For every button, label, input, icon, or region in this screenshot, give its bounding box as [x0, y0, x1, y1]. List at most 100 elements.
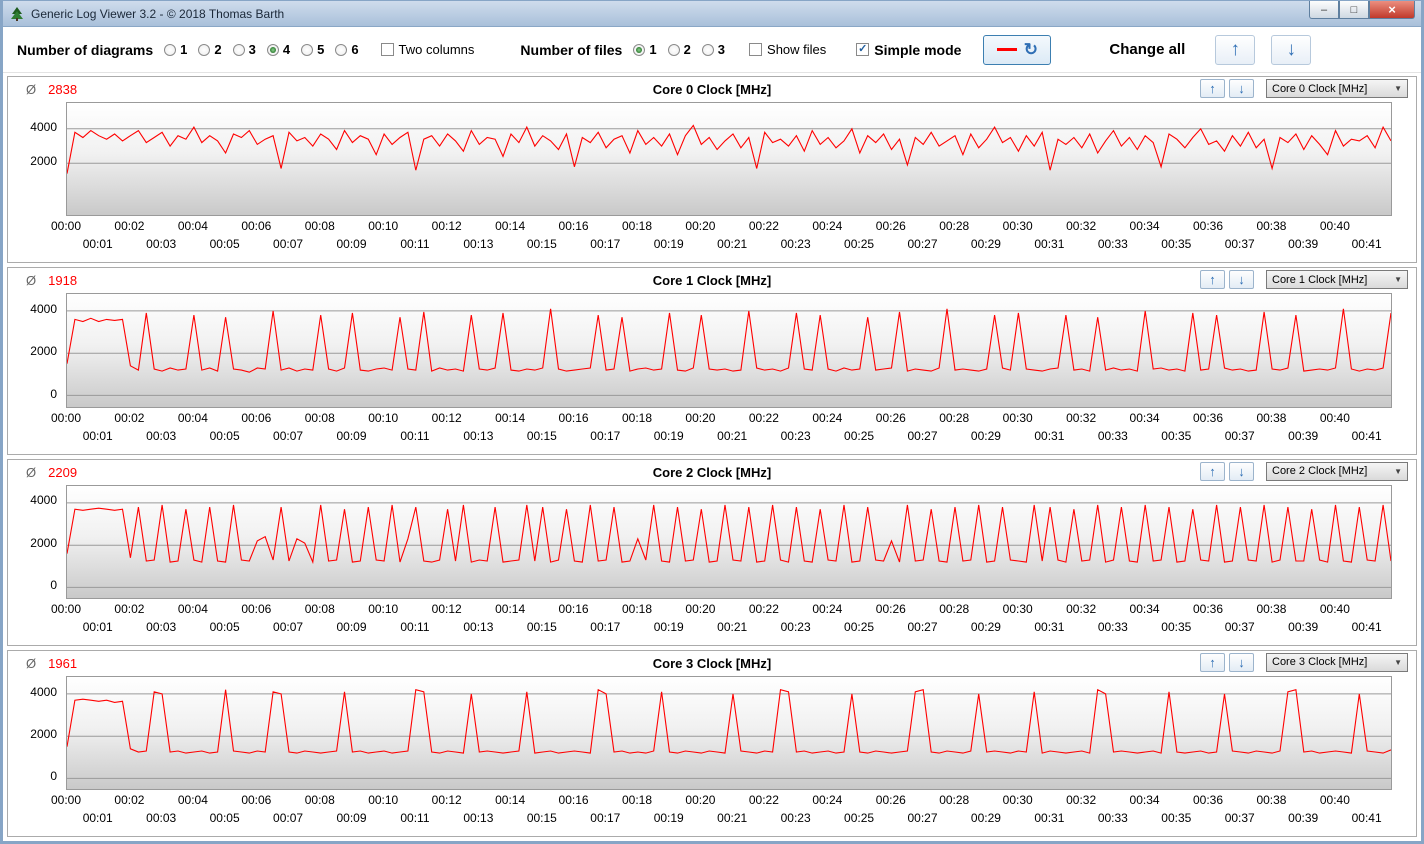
chart-plot[interactable] [66, 293, 1392, 407]
x-tick-label: 00:17 [590, 811, 620, 825]
channel-down-button[interactable]: ↓ [1229, 270, 1254, 289]
line-style-refresh-button[interactable]: ↻ [983, 35, 1051, 65]
maximize-button[interactable]: □ [1339, 1, 1369, 19]
x-tick-label: 00:40 [1320, 411, 1350, 425]
x-tick-label: 00:31 [1034, 429, 1064, 443]
x-tick-label: 00:29 [971, 429, 1001, 443]
channel-down-button[interactable]: ↓ [1229, 653, 1254, 672]
x-tick-label: 00:14 [495, 219, 525, 233]
radio-icon [668, 44, 680, 56]
channel-select[interactable]: Core 2 Clock [MHz]▼ [1266, 462, 1408, 481]
chart-title: Core 2 Clock [MHz] [653, 465, 771, 480]
chart-title: Core 0 Clock [MHz] [653, 82, 771, 97]
channel-up-button[interactable]: ↑ [1200, 462, 1225, 481]
x-tick-label: 00:22 [749, 411, 779, 425]
x-tick-label: 00:13 [463, 429, 493, 443]
x-tick-label: 00:33 [1098, 811, 1128, 825]
files-radio-2[interactable]: 2 [668, 42, 691, 57]
x-tick-label: 00:09 [336, 620, 366, 634]
x-tick-label: 00:16 [559, 602, 589, 616]
channel-select[interactable]: Core 3 Clock [MHz]▼ [1266, 653, 1408, 672]
average-symbol: Ø [26, 273, 36, 288]
diagrams-radio-2[interactable]: 2 [198, 42, 221, 57]
diagrams-radio-3[interactable]: 3 [233, 42, 256, 57]
x-tick-label: 00:35 [1161, 237, 1191, 251]
files-radio-1[interactable]: 1 [633, 42, 656, 57]
diagrams-radio-1[interactable]: 1 [164, 42, 187, 57]
chart-plot[interactable] [66, 102, 1392, 216]
files-radio-3[interactable]: 3 [702, 42, 725, 57]
check-icon: ✓ [858, 44, 867, 55]
x-tick-label: 00:12 [432, 411, 462, 425]
x-tick-label: 00:10 [368, 793, 398, 807]
chart-plot[interactable] [66, 676, 1392, 790]
x-tick-label: 00:08 [305, 219, 335, 233]
show-files-checkbox[interactable]: Show files [749, 42, 826, 57]
panel-header: Ø1961 Core 3 Clock [MHz] ↑ ↓ Core 3 Cloc… [8, 651, 1416, 676]
series-line [67, 309, 1391, 372]
x-tick-label: 00:01 [83, 429, 113, 443]
x-tick-label: 00:06 [241, 411, 271, 425]
close-button[interactable]: × [1369, 1, 1415, 19]
channel-select[interactable]: Core 1 Clock [MHz]▼ [1266, 270, 1408, 289]
x-tick-label: 00:30 [1003, 219, 1033, 233]
channel-down-button[interactable]: ↓ [1229, 462, 1254, 481]
refresh-icon: ↻ [1024, 41, 1038, 58]
x-tick-label: 00:14 [495, 793, 525, 807]
checkbox-checked-icon: ✓ [856, 43, 869, 56]
channel-up-button[interactable]: ↑ [1200, 270, 1225, 289]
change-all-up-button[interactable]: ↑ [1215, 35, 1255, 65]
channel-select[interactable]: Core 0 Clock [MHz]▼ [1266, 79, 1408, 98]
x-tick-label: 00:34 [1130, 602, 1160, 616]
minimize-button[interactable]: – [1309, 1, 1339, 19]
dropdown-arrow-icon: ▼ [1394, 467, 1402, 476]
x-tick-label: 00:26 [876, 219, 906, 233]
x-axis-labels: 00:0000:0100:0200:0300:0400:0500:0600:07… [66, 599, 1392, 641]
title-bar[interactable]: Generic Log Viewer 3.2 - © 2018 Thomas B… [3, 1, 1421, 27]
chart-plot[interactable] [66, 485, 1392, 599]
x-tick-label: 00:01 [83, 237, 113, 251]
x-tick-label: 00:38 [1256, 602, 1286, 616]
two-columns-checkbox[interactable]: Two columns [381, 42, 475, 57]
x-tick-label: 00:40 [1320, 219, 1350, 233]
x-tick-label: 00:04 [178, 219, 208, 233]
x-tick-label: 00:18 [622, 219, 652, 233]
channel-up-button[interactable]: ↑ [1200, 79, 1225, 98]
radio-label: 5 [317, 42, 324, 57]
x-tick-label: 00:04 [178, 411, 208, 425]
x-tick-label: 00:21 [717, 429, 747, 443]
x-tick-label: 00:04 [178, 602, 208, 616]
up-arrow-icon: ↑ [1209, 273, 1216, 286]
diagrams-radio-4[interactable]: 4 [267, 42, 290, 57]
x-tick-label: 00:37 [1225, 811, 1255, 825]
diagrams-radio-6[interactable]: 6 [335, 42, 358, 57]
x-tick-label: 00:23 [781, 811, 811, 825]
y-tick-label: 4000 [30, 493, 57, 507]
change-all-down-button[interactable]: ↓ [1271, 35, 1311, 65]
channel-up-button[interactable]: ↑ [1200, 653, 1225, 672]
panel-header: Ø2209 Core 2 Clock [MHz] ↑ ↓ Core 2 Cloc… [8, 460, 1416, 485]
x-tick-label: 00:35 [1161, 811, 1191, 825]
simple-mode-checkbox[interactable]: ✓ Simple mode [856, 42, 961, 58]
x-tick-label: 00:36 [1193, 793, 1223, 807]
x-tick-label: 00:25 [844, 620, 874, 634]
x-tick-label: 00:34 [1130, 793, 1160, 807]
channel-down-button[interactable]: ↓ [1229, 79, 1254, 98]
diagrams-radio-5[interactable]: 5 [301, 42, 324, 57]
x-tick-label: 00:36 [1193, 219, 1223, 233]
chart-panel-core2: Ø2209 Core 2 Clock [MHz] ↑ ↓ Core 2 Cloc… [7, 459, 1417, 646]
x-tick-label: 00:34 [1130, 411, 1160, 425]
x-tick-label: 00:41 [1352, 811, 1382, 825]
panel-header: Ø2838 Core 0 Clock [MHz] ↑ ↓ Core 0 Cloc… [8, 77, 1416, 102]
x-tick-label: 00:32 [1066, 411, 1096, 425]
x-tick-label: 00:01 [83, 620, 113, 634]
y-tick-label: 2000 [30, 727, 57, 741]
x-tick-label: 00:28 [939, 602, 969, 616]
x-tick-label: 00:03 [146, 237, 176, 251]
x-tick-label: 00:32 [1066, 602, 1096, 616]
y-axis-labels: 020004000 [8, 676, 66, 790]
x-tick-label: 00:31 [1034, 620, 1064, 634]
x-tick-label: 00:00 [51, 411, 81, 425]
x-axis-labels: 00:0000:0100:0200:0300:0400:0500:0600:07… [66, 216, 1392, 258]
x-tick-label: 00:33 [1098, 620, 1128, 634]
